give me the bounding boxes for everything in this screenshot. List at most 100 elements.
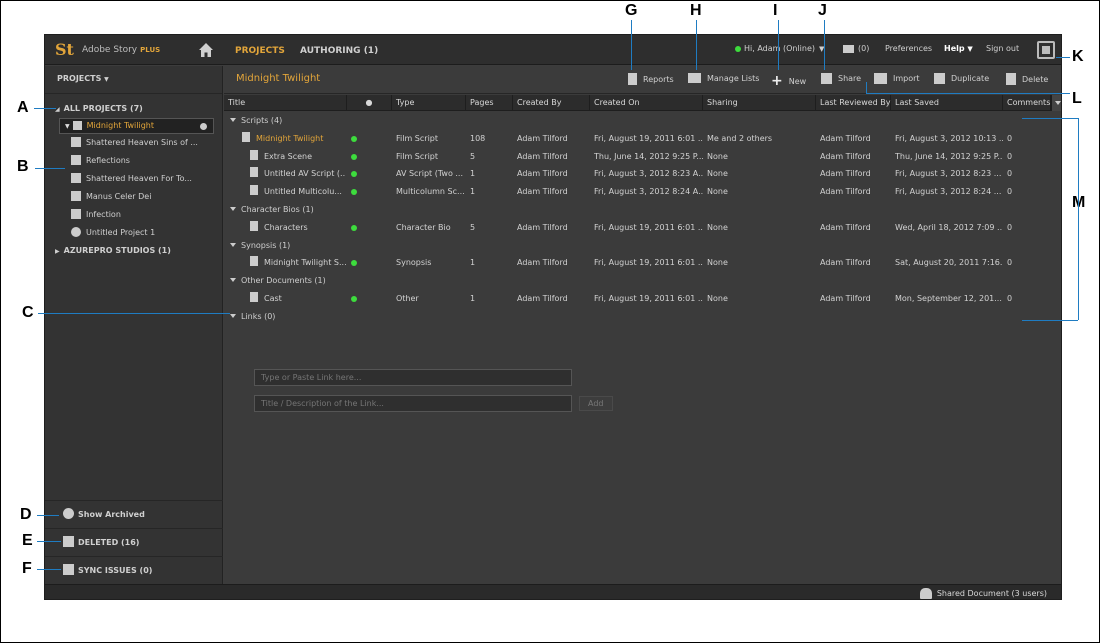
brand-suffix: PLUS (140, 46, 161, 54)
group-row[interactable]: Synopsis (1) (224, 237, 1061, 255)
manage-lists-button[interactable]: Manage Lists (688, 73, 759, 83)
document-icon (242, 131, 250, 142)
add-link-button[interactable]: Add (579, 396, 613, 411)
online-status-icon (351, 295, 357, 302)
annotation-l-line (866, 93, 1070, 94)
col-type[interactable]: Type (392, 95, 466, 111)
sidebar-item-label: Untitled Project 1 (86, 228, 156, 237)
document-title-cell[interactable]: Midnight Twilight (238, 130, 338, 148)
table-row[interactable]: Untitled AV Script (... AV Script (Two ..… (224, 165, 1061, 183)
annotation-g: G (625, 2, 638, 19)
table-row[interactable]: Extra Scene Film Script 5 Adam Tilford Thu, … (224, 148, 1061, 166)
cell-created-by: Adam Tilford (517, 151, 568, 161)
cell-comments: 0 (1007, 187, 1013, 197)
tab-projects[interactable]: PROJECTS (235, 46, 285, 56)
sidebar-item-infection[interactable]: Infection (45, 206, 222, 224)
col-last-reviewed-by[interactable]: Last Reviewed By (816, 95, 891, 111)
help-menu[interactable]: Help ▼ (944, 44, 973, 53)
links-label: Links (0) (241, 311, 276, 321)
user-menu[interactable]: Hi, Adam (Online) ▼ (735, 44, 824, 53)
document-title-cell[interactable]: Untitled AV Script (... (246, 165, 346, 183)
main-panel: Midnight Twilight Reports Manage Lists +… (224, 66, 1061, 584)
sidebar-item-shattered-heaven-sins[interactable]: Shattered Heaven Sins of ... (45, 134, 222, 152)
messages-button[interactable]: (0) (843, 44, 869, 53)
document-title-cell[interactable]: Extra Scene (246, 148, 346, 166)
collapse-icon (230, 206, 236, 211)
group-row[interactable]: Character Bios (1) (224, 201, 1061, 219)
col-created-on[interactable]: Created On (590, 95, 703, 111)
cell-last-saved: Fri, August 3, 2012 8:23 ... (895, 169, 1002, 179)
document-title-cell[interactable]: Midnight Twilight S... (246, 254, 346, 272)
document-icon (250, 167, 258, 178)
sidebar-item-shattered-heaven-for[interactable]: Shattered Heaven For To... (45, 170, 222, 188)
document-title-cell[interactable]: Untitled Multicolu... (246, 183, 346, 201)
document-title-cell[interactable]: Cast (246, 290, 346, 308)
document-title-cell[interactable]: Characters (246, 219, 346, 237)
app-logo: St (55, 40, 74, 59)
studios-node[interactable]: ▶ AZUREPRO STUDIOS (1) (45, 242, 222, 260)
table-row[interactable]: Cast Other 1 Adam Tilford Fri, August 19, 20… (224, 290, 1061, 308)
table-row[interactable]: Midnight Twilight S... Synopsis 1 Adam Tilf… (224, 254, 1061, 272)
projects-header-label: PROJECTS (57, 74, 102, 83)
sync-issues-section[interactable]: SYNC ISSUES (0) (45, 556, 223, 584)
document-title: Characters (264, 222, 308, 232)
annotation-l-tick (866, 82, 867, 93)
script-edit-icon (71, 155, 81, 165)
sidebar-item-label: Reflections (86, 156, 130, 165)
annotation-j: J (818, 2, 827, 19)
cell-last-saved: Wed, April 18, 2012 7:09 ... (895, 222, 1003, 232)
document-title: Cast (264, 293, 282, 303)
col-sharing[interactable]: Sharing (703, 95, 816, 111)
col-pages[interactable]: Pages (466, 95, 513, 111)
tab-authoring[interactable]: AUTHORING (1) (300, 46, 378, 56)
group-row[interactable]: Other Documents (1) (224, 272, 1061, 290)
online-status-icon (351, 153, 357, 160)
delete-button[interactable]: Delete (1006, 73, 1048, 85)
reports-button[interactable]: Reports (628, 73, 674, 85)
sync-issues-label: SYNC ISSUES (0) (78, 566, 153, 575)
collapse-icon (230, 118, 236, 122)
col-title[interactable]: Title (224, 95, 347, 111)
cell-reviewed-by: Adam Tilford (820, 169, 871, 179)
expand-icon: ▼ (65, 123, 70, 130)
show-archived-toggle[interactable]: Show Archived (45, 500, 223, 528)
new-label: New (788, 76, 807, 86)
help-label: Help (944, 44, 965, 53)
fullscreen-icon[interactable] (1037, 41, 1055, 59)
archive-clock-icon (63, 508, 74, 519)
sidebar-item-midnight-twilight[interactable]: ▼ Midnight Twilight (59, 118, 214, 134)
chevron-down-icon: ▼ (967, 45, 973, 53)
col-status[interactable]: ● (347, 95, 392, 111)
new-button[interactable]: + New (771, 73, 806, 89)
deleted-section[interactable]: DELETED (16) (45, 528, 223, 556)
link-description-input[interactable] (254, 395, 572, 412)
cell-comments: 0 (1007, 151, 1013, 161)
col-created-by[interactable]: Created By (513, 95, 590, 111)
share-button[interactable]: Share (821, 73, 861, 84)
links-group-row[interactable]: Links (0) (224, 308, 1061, 326)
group-row[interactable]: Scripts (4) (224, 112, 1061, 130)
duplicate-button[interactable]: Duplicate (934, 73, 989, 84)
sidebar-item-untitled-project[interactable]: Untitled Project 1 (45, 224, 222, 242)
sign-out-link[interactable]: Sign out (986, 44, 1019, 53)
sidebar-item-manus-celer-dei[interactable]: Manus Celer Dei (45, 188, 222, 206)
link-url-input[interactable] (254, 369, 572, 386)
plus-icon: + (771, 73, 783, 89)
online-status-icon (351, 189, 357, 196)
col-comments[interactable]: Comments (1003, 95, 1051, 111)
table-row[interactable]: Midnight Twilight Film Script 108 Adam Tilf… (224, 130, 1061, 148)
table-row[interactable]: Untitled Multicolu... Multicolumn Sc... 1 A… (224, 183, 1061, 201)
table-row[interactable]: Characters Character Bio 5 Adam Tilford Fri,… (224, 219, 1061, 237)
projects-dropdown[interactable]: PROJECTS ▼ (45, 66, 222, 94)
import-button[interactable]: Import (874, 73, 920, 84)
reports-label: Reports (643, 74, 674, 84)
home-icon[interactable] (198, 42, 214, 58)
group-label: Scripts (4) (241, 116, 283, 125)
preferences-link[interactable]: Preferences (885, 44, 932, 53)
column-menu-icon[interactable] (1051, 95, 1061, 111)
page-title: Midnight Twilight (236, 73, 321, 84)
gear-icon[interactable] (200, 123, 207, 130)
sidebar-item-reflections[interactable]: Reflections (45, 152, 222, 170)
all-projects-node[interactable]: ◢ ALL PROJECTS (7) (45, 100, 222, 118)
col-last-saved[interactable]: Last Saved (891, 95, 1003, 111)
